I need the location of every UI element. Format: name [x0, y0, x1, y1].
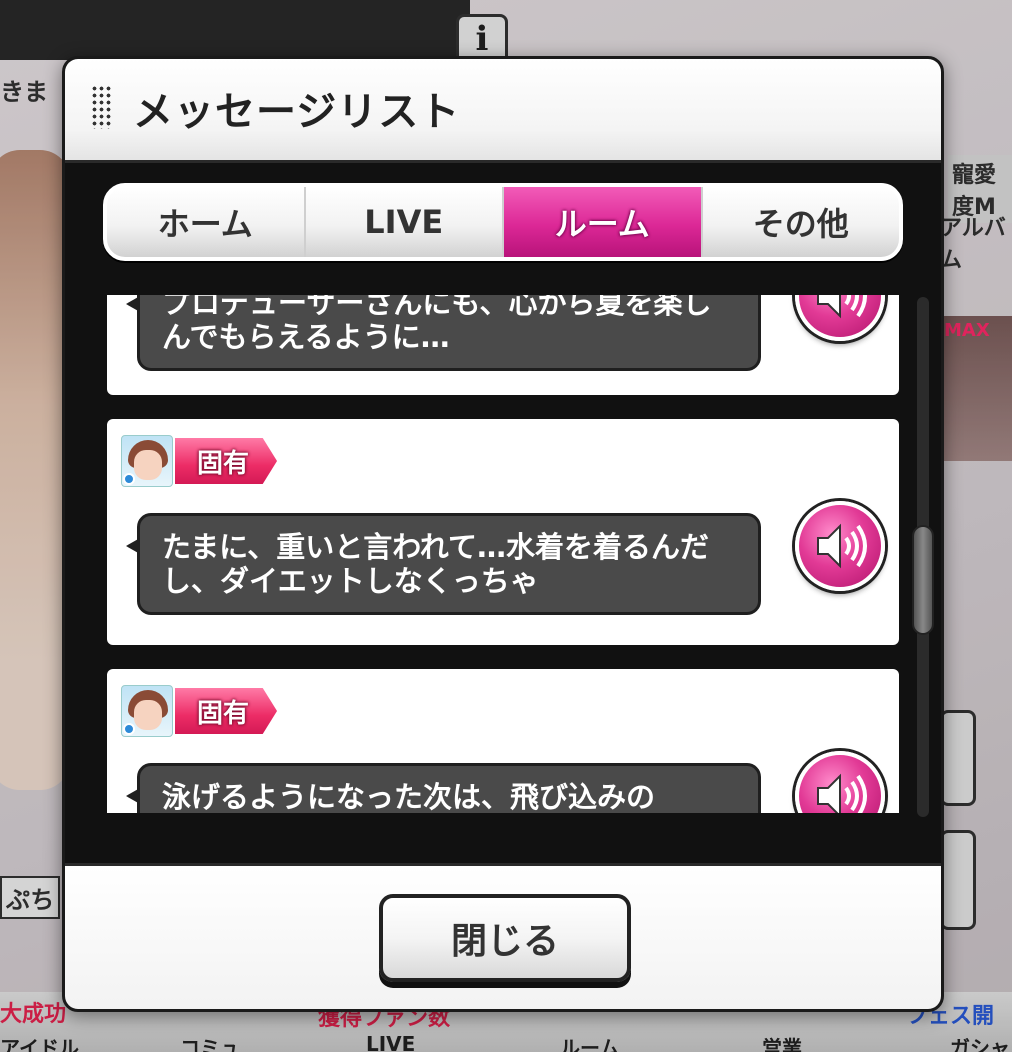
speaker-icon: [817, 773, 867, 813]
grip-icon: [91, 85, 113, 129]
avatar: [121, 685, 173, 737]
avatar: [121, 435, 173, 487]
unique-tag: 固有: [175, 438, 278, 484]
message-list-modal: メッセージリスト ホーム LIVE ルーム その他 プロデューサーさんにも、心か…: [62, 56, 944, 1012]
play-voice-button[interactable]: [795, 501, 885, 591]
message-card: 固有 泳げるようになった次は、飛び込みの: [107, 669, 899, 813]
close-button[interactable]: 閉じる: [379, 894, 631, 982]
modal-footer: 閉じる: [65, 863, 941, 1009]
modal-header: メッセージリスト: [65, 59, 941, 163]
play-voice-button[interactable]: [795, 751, 885, 813]
unique-tag: 固有: [175, 688, 278, 734]
speaker-icon: [817, 523, 867, 569]
tab-live[interactable]: LIVE: [305, 187, 504, 257]
message-card: 固有 たまに、重いと言われて…水着を着るんだし、ダイエットしなくっちゃ: [107, 419, 899, 645]
tab-home[interactable]: ホーム: [107, 187, 306, 257]
scrollbar-thumb[interactable]: [912, 525, 934, 635]
message-list[interactable]: プロデューサーさんにも、心から夏を楽しんでもらえるように… 固有 たまに、重いと…: [107, 295, 905, 813]
message-bubble: 泳げるようになった次は、飛び込みの: [126, 763, 761, 813]
message-card: プロデューサーさんにも、心から夏を楽しんでもらえるように…: [107, 295, 899, 395]
play-voice-button[interactable]: [795, 295, 885, 341]
tab-other[interactable]: その他: [702, 187, 899, 257]
message-header: 固有: [121, 685, 278, 737]
tab-room[interactable]: ルーム: [504, 187, 703, 257]
speaker-icon: [817, 295, 867, 319]
modal-title: メッセージリスト: [133, 89, 461, 135]
message-bubble: プロデューサーさんにも、心から夏を楽しんでもらえるように…: [126, 295, 761, 371]
category-tabs: ホーム LIVE ルーム その他: [103, 183, 903, 261]
message-header: 固有: [121, 435, 278, 487]
message-bubble: たまに、重いと言われて…水着を着るんだし、ダイエットしなくっちゃ: [126, 513, 761, 615]
